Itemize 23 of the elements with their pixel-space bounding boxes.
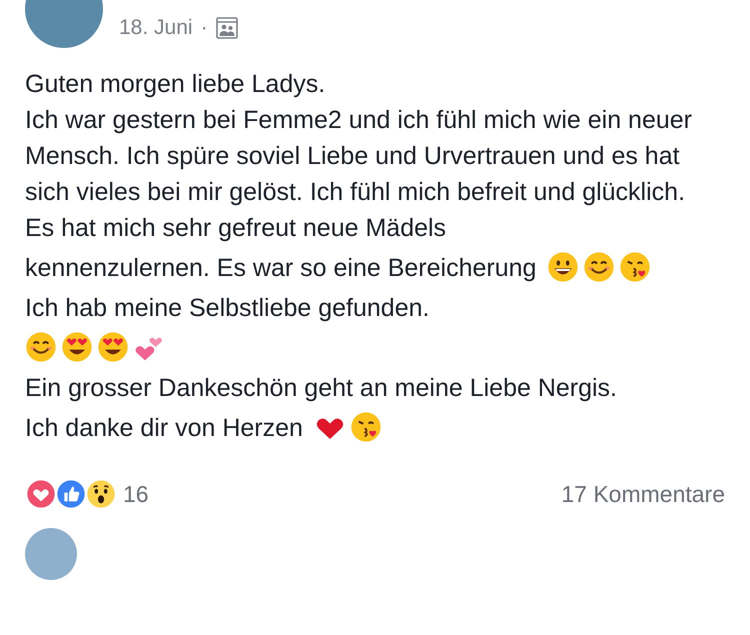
post-text: kennenzulernen. Es war so eine Bereicherung (25, 254, 536, 282)
comments-link[interactable]: 17 Kommentare (561, 480, 725, 508)
emoji-icon (97, 331, 129, 363)
separator-dot: · (200, 16, 208, 40)
post-text: Ein grosser Dankeschön geht an meine Liebe Nergis. (25, 374, 618, 402)
emoji-icon (25, 331, 57, 363)
emoji-icon (547, 251, 580, 283)
post-text: Ich hab meine Selbstliebe gefunden. (25, 294, 430, 322)
avatar-placeholder (25, 528, 77, 580)
reaction-count[interactable]: 16 (123, 480, 149, 508)
post-text: Ich war gestern bei Femme2 und ich fühl mich wie ein neuer Mensch. Ich spüre soviel Liebe und Urvertrauen und es hat sich vieles bei mir gelöst. Ich fühl mich befreit und glücklich. (25, 106, 692, 206)
post-text: Ich danke dir von Herzen (25, 414, 303, 442)
emoji-icon (350, 411, 382, 443)
like-reaction-icon (55, 478, 87, 510)
post-date[interactable]: 18. Juni (119, 16, 193, 40)
group-icon (216, 17, 238, 39)
love-reaction-icon (25, 478, 57, 510)
emoji-icon (61, 331, 93, 363)
emoji-icon (583, 251, 616, 283)
wow-reaction-icon (85, 478, 117, 510)
emoji-icon (619, 251, 652, 283)
post-text: Es hat mich sehr gefreut neue Mädels (25, 214, 446, 242)
post-text: Guten morgen liebe Ladys. (25, 70, 326, 98)
